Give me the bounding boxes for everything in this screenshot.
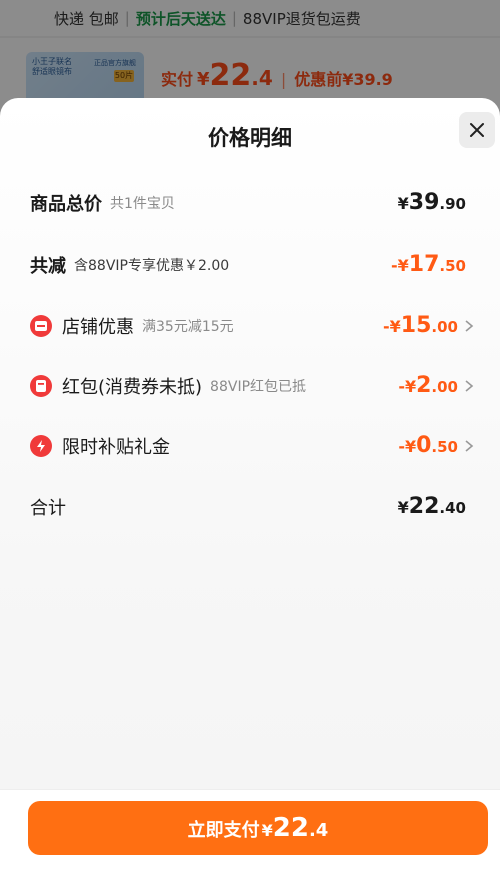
row-amount: ¥39.90 xyxy=(397,190,466,215)
pay-yen: ¥ xyxy=(261,821,273,840)
row-amount: ¥22.40 xyxy=(397,494,466,519)
chevron-right-icon xyxy=(465,380,474,392)
row-label: 商品总价 xyxy=(30,194,102,215)
chevron-right-icon xyxy=(465,320,474,332)
row-label: 红包(消费券未抵) xyxy=(62,377,203,398)
row-subsidy[interactable]: 限时补贴礼金 - ¥0.50 xyxy=(30,431,474,461)
shop-coupon-icon xyxy=(30,315,52,337)
pay-int: 22 xyxy=(272,813,309,843)
row-label: 限时补贴礼金 xyxy=(62,437,170,458)
row-red-packet[interactable]: 红包(消费券未抵) 88VIP红包已抵 - ¥2.00 xyxy=(30,371,474,401)
price-detail-sheet: 价格明细 商品总价 共1件宝贝 ¥39.90 共减 含88VIP专享优惠￥2.0… xyxy=(0,98,500,869)
row-amount: - ¥17.50 xyxy=(391,252,466,277)
row-amount: - ¥0.50 xyxy=(398,433,458,458)
row-label: 共减 xyxy=(30,256,66,277)
row-label: 合计 xyxy=(30,498,66,519)
row-total-discount: 共减 含88VIP专享优惠￥2.00 - ¥17.50 xyxy=(30,250,470,280)
close-button[interactable] xyxy=(459,112,495,148)
footer-bar: 立即支付 ¥ 22 .4 xyxy=(0,789,500,869)
lightning-icon xyxy=(30,435,52,457)
row-amount: - ¥15.00 xyxy=(383,313,458,338)
pay-dec: .4 xyxy=(308,820,329,841)
row-grand-total: 合计 ¥22.40 xyxy=(30,492,470,522)
row-note: 88VIP红包已抵 xyxy=(210,379,307,395)
pay-now-button[interactable]: 立即支付 ¥ 22 .4 xyxy=(28,801,488,855)
close-icon xyxy=(470,123,484,137)
row-amount: - ¥2.00 xyxy=(398,373,458,398)
row-item-total: 商品总价 共1件宝贝 ¥39.90 xyxy=(30,188,470,218)
row-note: 满35元减15元 xyxy=(142,319,234,335)
row-shop-discount[interactable]: 店铺优惠 满35元减15元 - ¥15.00 xyxy=(30,311,474,341)
row-note: 共1件宝贝 xyxy=(110,196,175,212)
row-note: 含88VIP专享优惠￥2.00 xyxy=(74,258,230,274)
chevron-right-icon xyxy=(465,440,474,452)
sheet-title: 价格明细 xyxy=(208,126,292,150)
row-label: 店铺优惠 xyxy=(62,317,134,338)
red-packet-icon xyxy=(30,375,52,397)
pay-label: 立即支付 xyxy=(187,820,260,841)
